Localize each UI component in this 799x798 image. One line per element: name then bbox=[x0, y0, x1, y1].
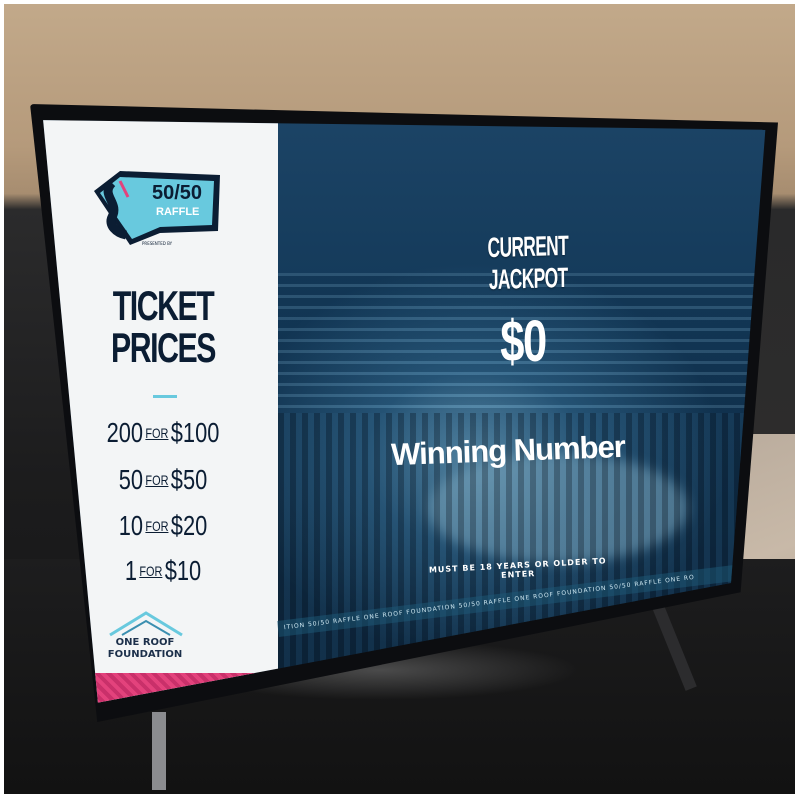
price-for: FOR bbox=[145, 425, 169, 441]
price-amount: $10 bbox=[164, 555, 202, 586]
price-qty: 10 bbox=[118, 510, 144, 541]
price-for: FOR bbox=[139, 563, 163, 579]
logo-text-presented: PRESENTED BY bbox=[142, 241, 173, 246]
price-row: 1 FOR$10 bbox=[81, 556, 245, 586]
price-amount: $100 bbox=[170, 417, 220, 448]
price-for: FOR bbox=[145, 472, 169, 488]
price-amount: $20 bbox=[170, 510, 208, 541]
price-for: FOR bbox=[145, 518, 169, 534]
price-row: 50 FOR$50 bbox=[81, 465, 245, 495]
one-roof-foundation: ONE ROOF FOUNDATION bbox=[100, 637, 190, 661]
jackpot-value: $0 bbox=[500, 309, 547, 374]
price-qty: 1 bbox=[124, 555, 137, 586]
foundation-line-2: FOUNDATION bbox=[107, 649, 183, 660]
current-jackpot-label: CURRENT JACKPOT bbox=[487, 229, 569, 296]
logo-text-5050: 50/50 bbox=[152, 182, 202, 204]
price-row: 200 FOR$100 bbox=[81, 418, 245, 448]
monitor-leg-left bbox=[152, 712, 166, 790]
foundation-line-1: ONE ROOF bbox=[115, 637, 175, 648]
one-roof-logo-icon bbox=[109, 611, 183, 637]
logo-text-raffle: RAFFLE bbox=[156, 206, 199, 218]
title-line-1: TICKET bbox=[112, 282, 215, 329]
price-amount: $50 bbox=[170, 464, 208, 495]
price-row: 10 FOR$20 bbox=[81, 511, 245, 541]
price-qty: 50 bbox=[118, 464, 144, 495]
price-qty: 200 bbox=[106, 417, 144, 448]
title-divider bbox=[153, 395, 177, 398]
title-line-2: PRICES bbox=[111, 324, 216, 371]
ticket-prices-title: TICKET PRICES bbox=[102, 285, 224, 369]
kraken-raffle-logo: 50/50 RAFFLE PRESENTED BY bbox=[94, 171, 220, 246]
